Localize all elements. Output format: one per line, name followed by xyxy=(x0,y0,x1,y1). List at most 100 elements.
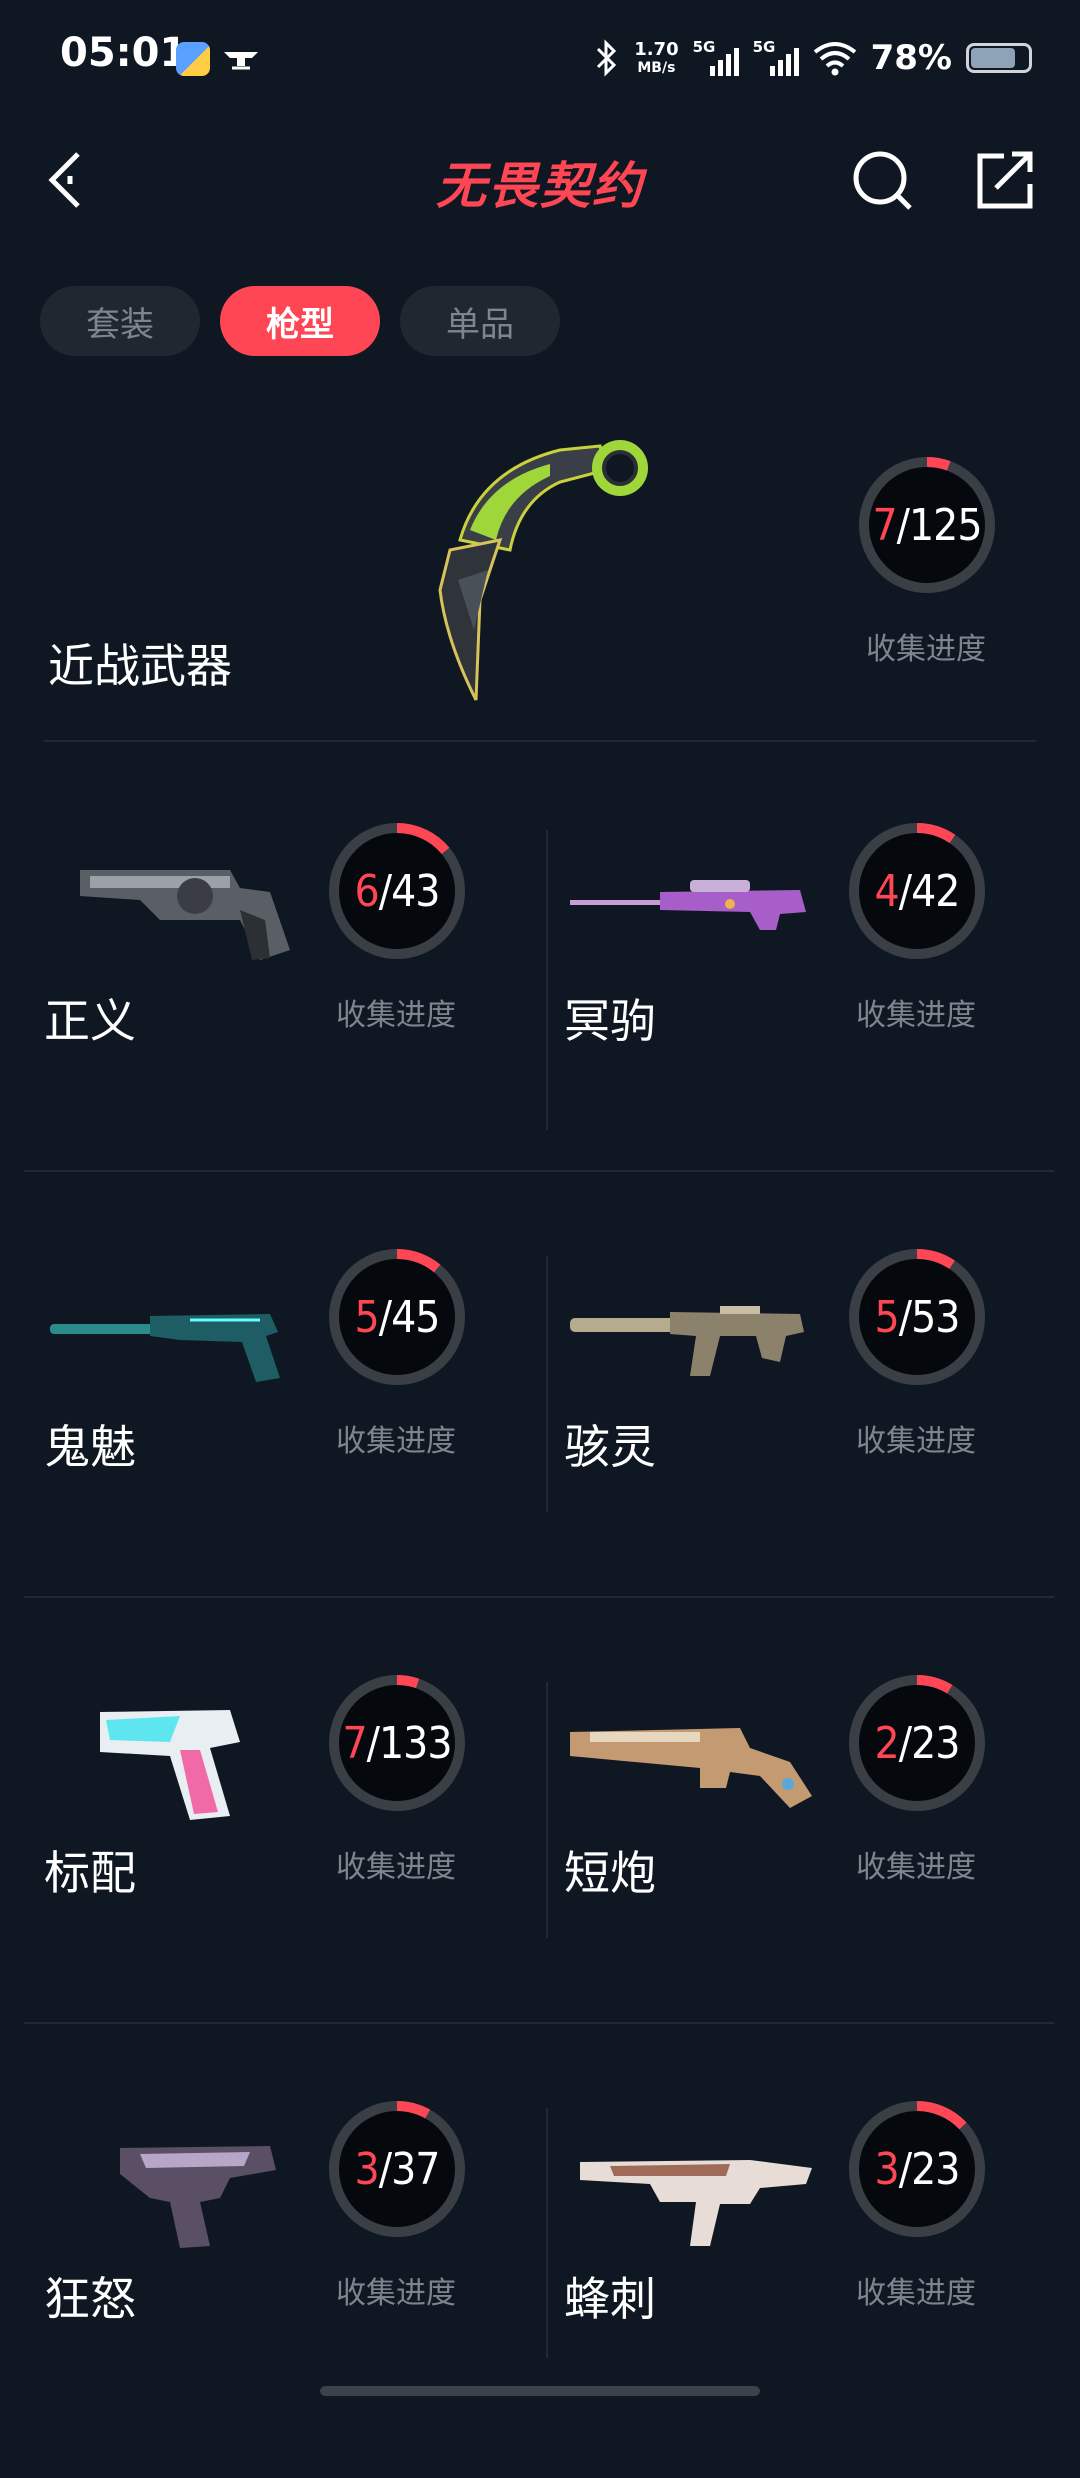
progress-label: 收集进度 xyxy=(856,998,976,1033)
share-icon[interactable] xyxy=(968,144,1040,216)
drone-notification-icon xyxy=(224,52,258,70)
melee-weapon-name: 近战武器 xyxy=(48,639,232,693)
weapon-name: 蜂刺 xyxy=(564,2272,656,2326)
collected-count: 5 xyxy=(874,1291,900,1343)
tab-bar: 套装 枪型 单品 xyxy=(40,286,560,356)
battery-percent: 78% xyxy=(870,38,952,78)
top-app-bar: 无畏契约 xyxy=(0,120,1080,240)
signal-sim2-icon: 5G xyxy=(753,38,799,78)
collected-count: 7 xyxy=(342,1717,367,1769)
weapon-name: 骇灵 xyxy=(564,1420,656,1474)
divider xyxy=(24,2022,1054,2024)
tab-items[interactable]: 单品 xyxy=(400,286,560,356)
progress-ring: 4/42 xyxy=(846,820,988,962)
total-count: /23 xyxy=(898,2143,961,2195)
weapon-card-classic[interactable]: 标配 7/133 收集进度 xyxy=(0,1652,520,2052)
weapon-name: 短炮 xyxy=(564,1846,656,1900)
status-time: 05:01 xyxy=(60,30,188,76)
app-notification-icon xyxy=(176,42,210,76)
progress-label: 收集进度 xyxy=(336,1424,456,1459)
total-count: /53 xyxy=(898,1291,961,1343)
total-count: /125 xyxy=(896,499,983,551)
network-speed: 1.70 MB/s xyxy=(634,39,679,76)
progress-count: 5/45 xyxy=(326,1246,468,1388)
collected-count: 4 xyxy=(874,865,900,917)
progress-ring: 3/37 xyxy=(326,2098,468,2240)
total-count: /23 xyxy=(898,1717,961,1769)
karambit-knife-image xyxy=(438,440,648,701)
column-divider xyxy=(546,1682,548,1938)
weapon-name: 冥驹 xyxy=(564,994,656,1048)
progress-label: 收集进度 xyxy=(856,2276,976,2311)
status-bar: 05:01 1.70 MB/s 5G 5G 78% xyxy=(0,0,1080,110)
progress-ring: 5/45 xyxy=(326,1246,468,1388)
progress-count: 2/23 xyxy=(846,1672,988,1814)
shotgun-shorty-image xyxy=(570,1728,812,1808)
progress-count: 7/125 xyxy=(856,454,998,596)
weapon-card-spectre[interactable]: 骇灵 5/53 收集进度 xyxy=(520,1226,1040,1626)
column-divider xyxy=(546,1256,548,1512)
tab-sets[interactable]: 套装 xyxy=(40,286,200,356)
progress-ring: 7/133 xyxy=(326,1672,468,1814)
weapon-card-stinger[interactable]: 蜂刺 3/23 收集进度 xyxy=(520,2078,1040,2478)
progress-label: 收集进度 xyxy=(336,1850,456,1885)
progress-count: 5/53 xyxy=(846,1246,988,1388)
weapon-name: 标配 xyxy=(44,1846,136,1900)
home-indicator[interactable] xyxy=(320,2386,760,2396)
progress-ring: 7/125 xyxy=(856,454,998,596)
pistol-frenzy-image xyxy=(120,2146,276,2248)
column-divider xyxy=(546,2108,548,2358)
progress-label: 收集进度 xyxy=(336,2276,456,2311)
collected-count: 2 xyxy=(874,1717,900,1769)
weapon-name: 鬼魅 xyxy=(44,1420,136,1474)
weapon-card-shorty[interactable]: 短炮 2/23 收集进度 xyxy=(520,1652,1040,2052)
network-speed-value: 1.70 xyxy=(634,39,679,60)
collected-count: 5 xyxy=(354,1291,380,1343)
weapon-card-marshal[interactable]: 冥驹 4/42 收集进度 xyxy=(520,800,1040,1200)
divider xyxy=(44,740,1036,742)
pistol-ghost-image xyxy=(50,1314,280,1382)
battery-icon xyxy=(966,43,1032,73)
weapon-card-sheriff[interactable]: 正义 6/43 收集进度 xyxy=(0,800,520,1200)
progress-label: 收集进度 xyxy=(866,632,986,667)
progress-count: 3/37 xyxy=(326,2098,468,2240)
total-count: /43 xyxy=(378,865,441,917)
progress-count: 7/133 xyxy=(326,1672,468,1814)
progress-count: 6/43 xyxy=(326,820,468,962)
bluetooth-icon xyxy=(597,39,617,77)
search-icon[interactable] xyxy=(848,144,920,216)
progress-label: 收集进度 xyxy=(856,1850,976,1885)
sniper-rifle-image xyxy=(570,880,806,930)
collected-count: 7 xyxy=(872,499,897,551)
progress-count: 4/42 xyxy=(846,820,988,962)
total-count: /37 xyxy=(378,2143,441,2195)
weapon-card-frenzy[interactable]: 狂怒 3/37 收集进度 xyxy=(0,2078,520,2478)
wifi-icon xyxy=(813,42,856,76)
melee-card[interactable]: 近战武器 7/125 收集进度 xyxy=(0,410,1080,740)
smg-stinger-image xyxy=(580,2160,812,2246)
collected-count: 6 xyxy=(354,865,380,917)
collected-count: 3 xyxy=(354,2143,380,2195)
progress-label: 收集进度 xyxy=(856,1424,976,1459)
column-divider xyxy=(546,830,548,1130)
tab-weapon-types[interactable]: 枪型 xyxy=(220,286,380,356)
total-count: /45 xyxy=(378,1291,441,1343)
divider xyxy=(24,1170,1054,1172)
progress-ring: 2/23 xyxy=(846,1672,988,1814)
collected-count: 3 xyxy=(874,2143,900,2195)
progress-count: 3/23 xyxy=(846,2098,988,2240)
weapon-card-ghost[interactable]: 鬼魅 5/45 收集进度 xyxy=(0,1226,520,1626)
progress-label: 收集进度 xyxy=(336,998,456,1033)
progress-ring: 6/43 xyxy=(326,820,468,962)
total-count: /133 xyxy=(366,1717,453,1769)
divider xyxy=(24,1596,1054,1598)
revolver-image xyxy=(80,870,290,960)
progress-ring: 3/23 xyxy=(846,2098,988,2240)
weapon-name: 正义 xyxy=(44,994,136,1048)
weapon-name: 狂怒 xyxy=(44,2272,136,2326)
network-speed-unit: MB/s xyxy=(637,60,676,76)
signal-sim1-icon: 5G xyxy=(693,38,739,78)
pistol-classic-image xyxy=(100,1710,240,1820)
progress-ring: 5/53 xyxy=(846,1246,988,1388)
total-count: /42 xyxy=(898,865,961,917)
